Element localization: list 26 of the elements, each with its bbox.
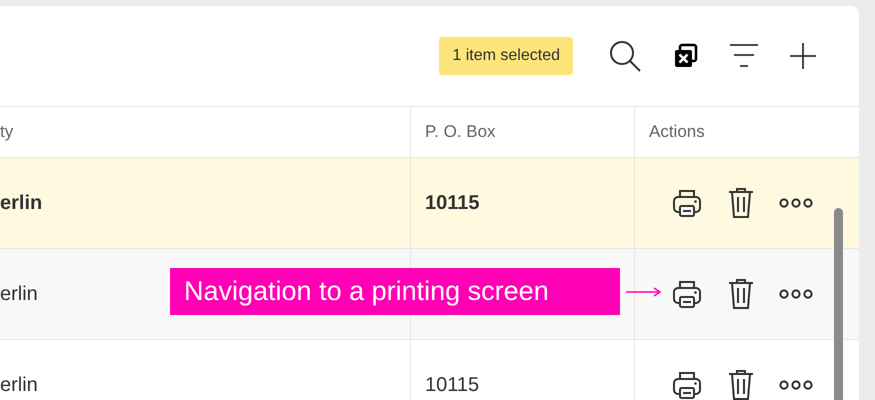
more-icon[interactable] xyxy=(779,197,813,209)
column-header: Actions xyxy=(649,122,705,142)
table-cell: erlin xyxy=(0,374,38,396)
scrollbar-thumb[interactable] xyxy=(834,208,843,400)
table-cell: erlin xyxy=(0,282,38,306)
table-row[interactable]: erlin 10115 xyxy=(0,158,859,249)
trash-icon[interactable] xyxy=(727,278,755,310)
trash-icon[interactable] xyxy=(727,369,755,400)
selection-count-badge: 1 item selected xyxy=(439,37,573,75)
add-icon[interactable] xyxy=(789,42,817,70)
trash-icon[interactable] xyxy=(727,187,755,219)
table-cell: 10115 xyxy=(425,192,480,214)
table-cell: 10115 xyxy=(425,374,480,396)
filter-icon[interactable] xyxy=(729,43,759,69)
column-header: P. O. Box xyxy=(425,122,496,142)
table-cell: erlin xyxy=(0,192,42,214)
annotation-tooltip: Navigation to a printing screen xyxy=(170,268,620,315)
clear-selection-icon[interactable] xyxy=(673,43,699,69)
printer-icon[interactable] xyxy=(671,278,703,310)
more-icon[interactable] xyxy=(779,379,813,391)
printer-icon[interactable] xyxy=(671,369,703,400)
more-icon[interactable] xyxy=(779,288,813,300)
search-icon[interactable] xyxy=(607,38,643,74)
leader-arrow xyxy=(626,286,662,296)
printer-icon[interactable] xyxy=(671,187,703,219)
column-header: ty xyxy=(0,122,14,142)
